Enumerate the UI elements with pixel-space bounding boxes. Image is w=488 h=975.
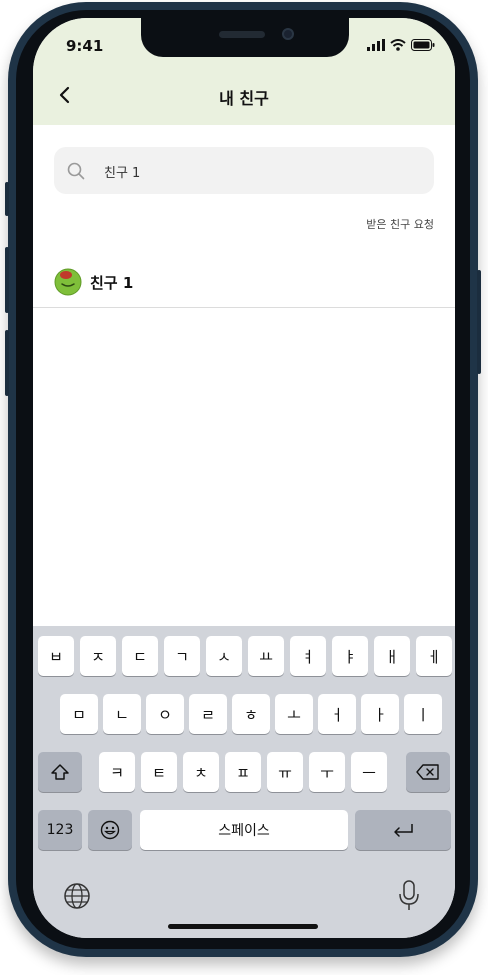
letter-key[interactable]: ㅍ	[225, 752, 261, 792]
wifi-icon	[390, 39, 406, 51]
letter-key[interactable]: ㄹ	[189, 694, 227, 734]
letter-key[interactable]: ㅋ	[99, 752, 135, 792]
shift-key[interactable]	[38, 752, 82, 792]
letter-key[interactable]: ㅠ	[267, 752, 303, 792]
space-key[interactable]: 스페이스	[140, 810, 348, 850]
battery-icon	[411, 39, 435, 51]
letter-key[interactable]: ㅈ	[80, 636, 116, 676]
friend-name: 친구 1	[90, 274, 134, 292]
letter-key[interactable]: ㄷ	[122, 636, 158, 676]
olive-avatar-icon	[54, 268, 82, 296]
screen: 9:41 내 친구 친구 1 받은 친구 요청 친구 1 123 스페이스 ㅂ …	[33, 18, 455, 938]
shift-icon	[51, 764, 69, 780]
emoji-key[interactable]	[88, 810, 132, 850]
return-icon	[394, 824, 413, 837]
emoji-icon	[100, 820, 120, 840]
camera	[282, 28, 294, 40]
letter-key[interactable]: ㅁ	[60, 694, 98, 734]
search-value: 친구 1	[104, 166, 141, 181]
letter-key[interactable]: ㅣ	[404, 694, 442, 734]
search-icon	[67, 162, 85, 180]
microphone-icon[interactable]	[398, 880, 420, 912]
letter-key[interactable]: ㅌ	[141, 752, 177, 792]
letter-key[interactable]: ㅂ	[38, 636, 74, 676]
letter-key[interactable]: ㅊ	[183, 752, 219, 792]
letter-key[interactable]: ㅐ	[374, 636, 410, 676]
page-title: 내 친구	[219, 89, 269, 108]
letter-key[interactable]: ㄴ	[103, 694, 141, 734]
status-time: 9:41	[66, 37, 104, 55]
volume-down-button	[5, 330, 9, 396]
speaker	[219, 31, 265, 38]
return-key[interactable]	[355, 810, 451, 850]
backspace-key[interactable]	[406, 752, 450, 792]
volume-up-button	[5, 247, 9, 313]
letter-key[interactable]: ㅎ	[232, 694, 270, 734]
letter-key[interactable]: ㅓ	[318, 694, 356, 734]
letter-key[interactable]: ㅏ	[361, 694, 399, 734]
letter-key[interactable]: ㅜ	[309, 752, 345, 792]
letter-key[interactable]: ㅑ	[332, 636, 368, 676]
letter-key[interactable]: ㅡ	[351, 752, 387, 792]
globe-icon[interactable]	[63, 882, 91, 910]
notch	[141, 18, 349, 57]
mute-switch	[5, 182, 9, 216]
search-input[interactable]: 친구 1	[54, 147, 434, 194]
letter-key[interactable]: ㅛ	[248, 636, 284, 676]
letter-key[interactable]: ㅔ	[416, 636, 452, 676]
received-requests-link[interactable]: 받은 친구 요청	[366, 216, 434, 232]
friend-list-item[interactable]: 친구 1	[33, 261, 455, 308]
signal-icon	[367, 39, 385, 51]
backspace-icon	[416, 764, 439, 780]
letter-key[interactable]: ㅗ	[275, 694, 313, 734]
letter-key[interactable]: ㅕ	[290, 636, 326, 676]
keyboard: 123 스페이스 ㅂㅈㄷㄱㅅㅛㅕㅑㅐㅔㅁㄴㅇㄹㅎㅗㅓㅏㅣㅋㅌㅊㅍㅠㅜㅡ	[33, 626, 455, 938]
letter-key[interactable]: ㅅ	[206, 636, 242, 676]
numbers-key[interactable]: 123	[38, 810, 82, 850]
power-button	[477, 270, 481, 374]
letter-key[interactable]: ㅇ	[146, 694, 184, 734]
home-indicator	[168, 924, 318, 929]
letter-key[interactable]: ㄱ	[164, 636, 200, 676]
status-icons	[367, 39, 435, 51]
